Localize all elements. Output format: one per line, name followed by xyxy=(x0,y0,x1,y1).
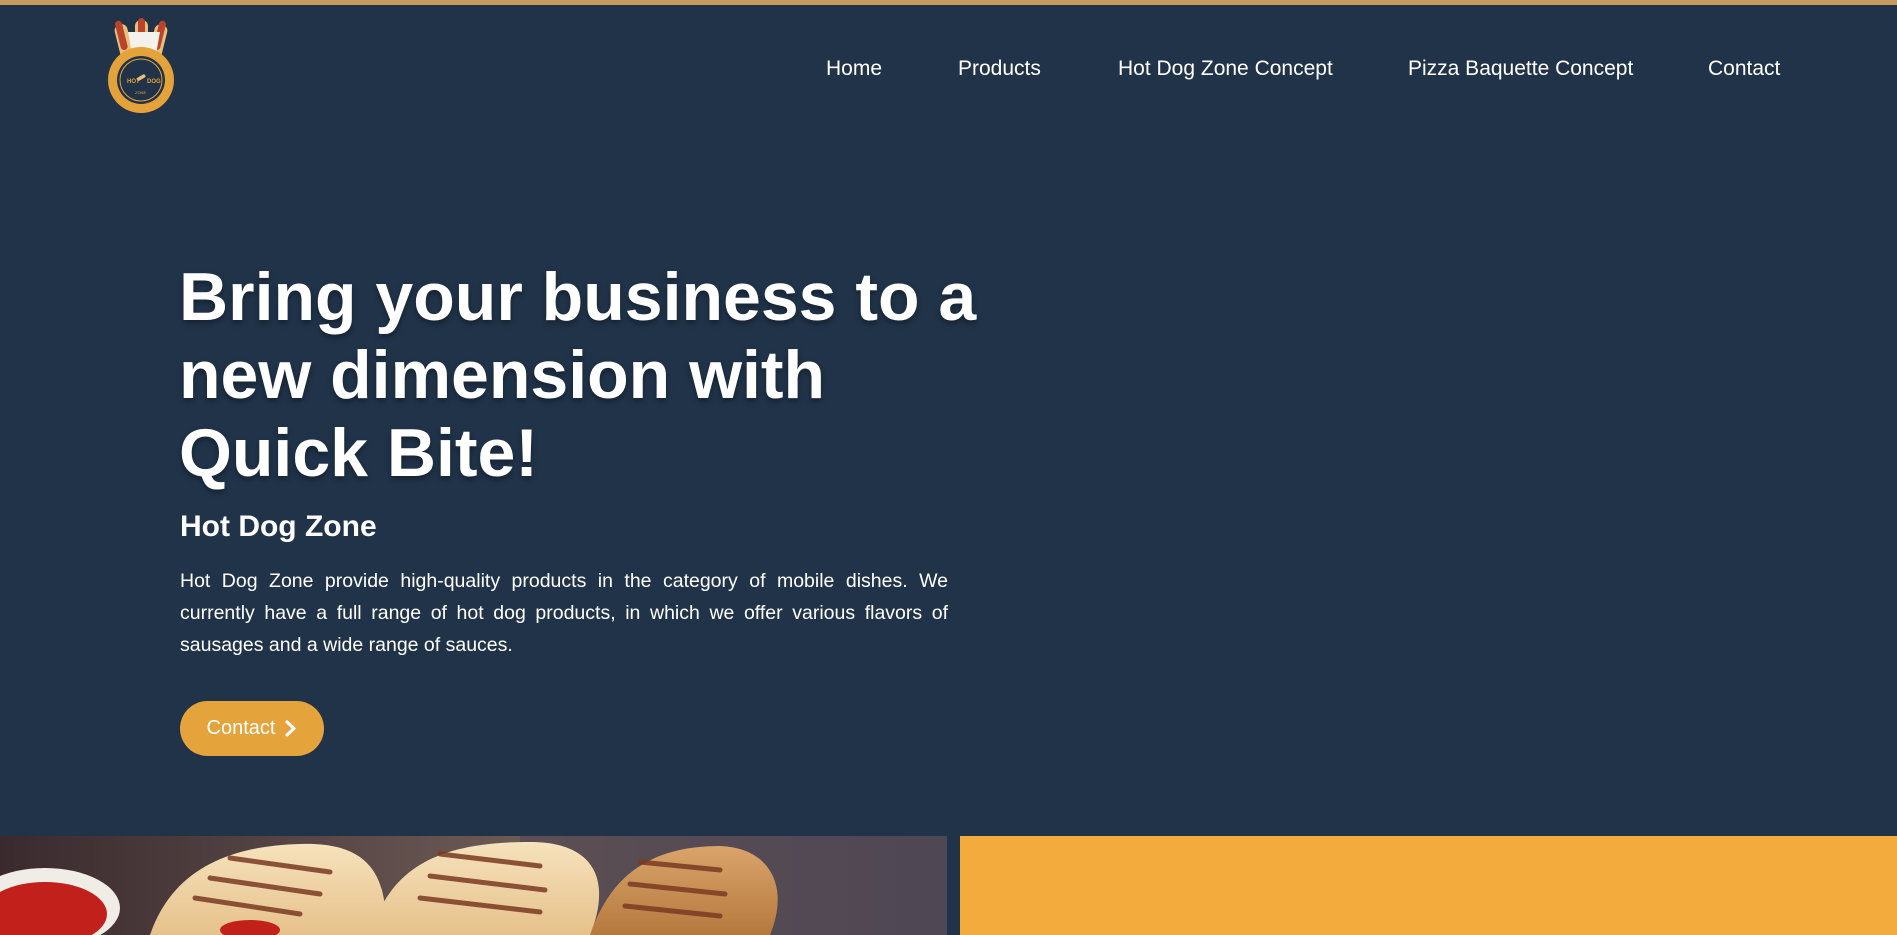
nav-link-hot-dog-zone-concept[interactable]: Hot Dog Zone Concept xyxy=(1118,57,1333,81)
nav-link-products[interactable]: Products xyxy=(958,57,1041,81)
nav-link-contact[interactable]: Contact xyxy=(1708,57,1780,81)
hero-description: Hot Dog Zone provide high-quality produc… xyxy=(180,570,948,656)
top-accent-strip xyxy=(0,0,1897,5)
hero-subtitle: Hot Dog Zone xyxy=(180,510,377,543)
contact-button[interactable]: Contact xyxy=(180,701,324,756)
main-navigation: Home Products Hot Dog Zone Concept Pizza… xyxy=(0,57,1897,87)
chevron-right-icon xyxy=(285,720,297,737)
hot-dog-baguettes-photo xyxy=(0,836,947,935)
svg-text:ZONE: ZONE xyxy=(135,90,146,95)
nav-link-home[interactable]: Home xyxy=(826,57,882,81)
hero-title: Bring your business to a new dimension w… xyxy=(179,259,977,491)
contact-button-label: Contact xyxy=(206,717,276,739)
nav-link-pizza-baquette-concept[interactable]: Pizza Baquette Concept xyxy=(1408,57,1633,81)
orange-panel xyxy=(960,836,1897,935)
